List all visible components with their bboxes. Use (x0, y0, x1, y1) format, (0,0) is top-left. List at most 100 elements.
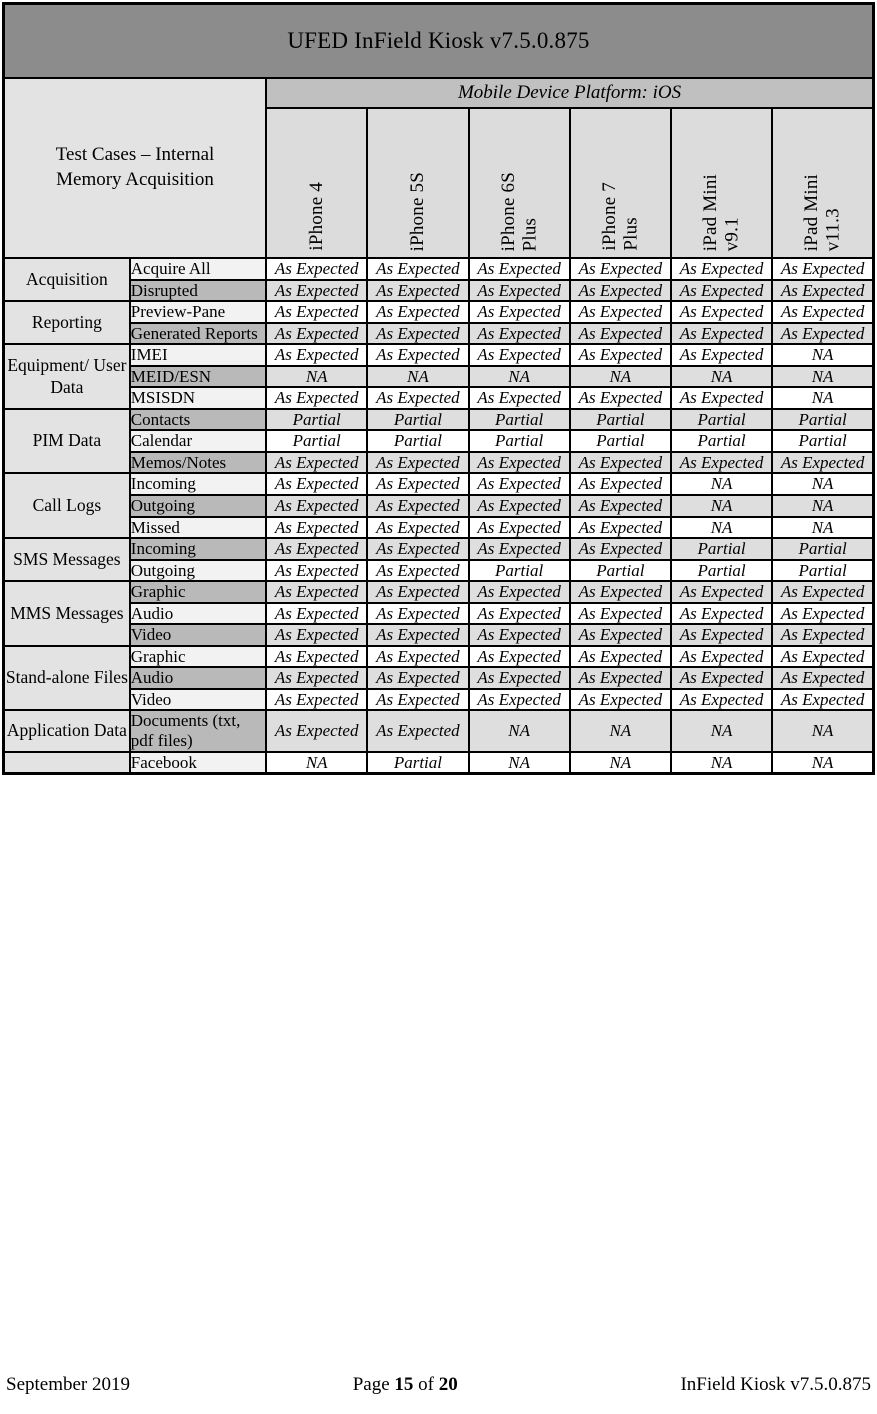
document-page: UFED InField Kiosk v7.5.0.875 Test Cases… (0, 2, 877, 1414)
device-column-header-3: iPhone 6S Plus (467, 107, 571, 259)
result-cell: Partial (771, 537, 875, 561)
result-cell: As Expected (771, 300, 875, 324)
table-row: Acquisition Acquire All As Expected As Expe… (2, 256, 875, 303)
result-cell: As Expected (669, 386, 774, 410)
category-label: Call Logs (2, 472, 131, 540)
result-cell: As Expected (568, 601, 672, 626)
result-cell: As Expected (771, 666, 875, 690)
category-label: MMS Messages (2, 580, 131, 647)
matrix-header: UFED InField Kiosk v7.5.0.875 Test Cases… (2, 2, 875, 259)
result-cell: NA (467, 364, 571, 389)
result-cell: NA (669, 515, 774, 540)
table-row: MMS Messages Graphic As Expected As Expecte… (2, 580, 875, 647)
device-column-header-1: iPhone 4 (265, 107, 369, 259)
result-cell: As Expected (467, 515, 571, 540)
table-row: Stand-alone Files Graphic As Expected As Ex… (2, 644, 875, 712)
category-label: PIM Data (2, 407, 131, 475)
result-cell: Partial (669, 407, 774, 432)
result-cell: As Expected (366, 494, 470, 518)
table-row: Audio As Expected As Expected As Expected As… (4, 601, 875, 626)
result-cell: As Expected (265, 300, 369, 324)
page-footer: September 2019 Page 15 of 20 InField Kio… (0, 1374, 877, 1396)
matrix-stub: Test Cases – Internal Memory Acquisition (2, 77, 268, 259)
result-cell: As Expected (265, 494, 369, 518)
result-cell: NA (771, 515, 875, 540)
result-cell: As Expected (467, 644, 571, 669)
result-cell: As Expected (265, 580, 369, 604)
table-row: Reporting Preview-Pane As Expected As Expec… (2, 300, 875, 346)
result-cell: NA (669, 750, 774, 775)
result-cell: As Expected (669, 343, 774, 367)
stub-line-1: Test Cases – Internal (55, 144, 215, 166)
device-label: iPhone 7 Plus (599, 182, 642, 251)
result-cell: As Expected (366, 450, 470, 475)
result-cell: As Expected (265, 601, 369, 626)
result-cell: As Expected (265, 278, 369, 303)
subtest-label: Generated Reports (128, 321, 268, 346)
result-cell: As Expected (669, 300, 774, 324)
device-label-wrapper: iPad Mini v11.3 (773, 109, 872, 251)
result-cell: As Expected (265, 666, 369, 690)
result-cell: As Expected (568, 450, 672, 475)
result-cell: As Expected (366, 687, 470, 712)
result-cell: NA (669, 364, 774, 389)
result-cell: Partial (467, 558, 571, 583)
result-cell: As Expected (366, 278, 470, 303)
result-cell: As Expected (771, 278, 875, 303)
result-cell: As Expected (568, 300, 672, 324)
result-cell: As Expected (366, 300, 470, 324)
result-cell: Partial (771, 558, 875, 583)
result-cell: As Expected (366, 709, 470, 753)
result-cell: Partial (568, 429, 672, 453)
result-cell: As Expected (467, 321, 571, 346)
subtest-label: Graphic (128, 580, 268, 604)
result-cell: As Expected (467, 537, 571, 561)
result-cell: Partial (265, 429, 369, 453)
platform-label: Mobile Device Platform: iOS (265, 77, 875, 109)
result-cell: As Expected (467, 472, 571, 496)
result-cell: As Expected (771, 257, 875, 281)
table-row: Facebook NA Partial NA NA NA NA (2, 750, 875, 775)
result-cell: As Expected (366, 515, 470, 540)
table-row: Equipment/ User Data IMEI As Expected As Ex… (2, 343, 875, 410)
result-cell: As Expected (366, 623, 470, 647)
subtest-label: IMEI (128, 343, 268, 367)
subtest-label: Missed (128, 515, 268, 540)
result-cell: NA (771, 343, 875, 367)
result-cell: As Expected (265, 386, 369, 410)
result-cell: As Expected (669, 321, 774, 346)
result-cell: As Expected (265, 450, 369, 475)
category-label: Acquisition (2, 256, 131, 303)
result-cell: NA (568, 709, 672, 753)
footer-page-prefix: Page (352, 1374, 395, 1395)
subtest-label: Video (128, 687, 268, 712)
result-cell: As Expected (568, 687, 672, 712)
result-cell: As Expected (366, 580, 470, 604)
table-row: MEID/ESN NA NA NA NA NA NA (4, 364, 875, 389)
table-row: Memos/Notes As Expected As Expected As Expe… (4, 450, 875, 475)
result-cell: As Expected (366, 257, 470, 281)
result-cell: NA (669, 494, 774, 518)
subtest-label: Incoming (128, 472, 268, 496)
footer-page-total: 20 (438, 1374, 458, 1395)
result-cell: As Expected (265, 257, 369, 281)
result-cell: Partial (771, 429, 875, 453)
result-cell: As Expected (265, 343, 369, 367)
result-cell: As Expected (467, 666, 571, 690)
result-cell: As Expected (467, 623, 571, 647)
result-cell: Partial (467, 407, 571, 432)
subtest-label: Incoming (128, 537, 268, 561)
result-cell: NA (771, 364, 875, 389)
result-cell: As Expected (568, 515, 672, 540)
result-cell: NA (568, 364, 672, 389)
table-row: Outgoing As Expected As Expected Partial Par… (4, 558, 875, 583)
table-row: Audio As Expected As Expected As Expected As… (4, 666, 875, 690)
device-column-header-4: iPhone 7 Plus (568, 107, 672, 259)
category-label: Equipment/ User Data (2, 343, 131, 410)
result-cell: NA (568, 750, 672, 775)
result-cell: As Expected (265, 709, 369, 753)
subtest-label: Video (128, 623, 268, 647)
result-cell: NA (467, 709, 571, 753)
table-row: Generated Reports As Expected As Expected A… (4, 321, 875, 346)
result-cell: As Expected (669, 257, 774, 281)
